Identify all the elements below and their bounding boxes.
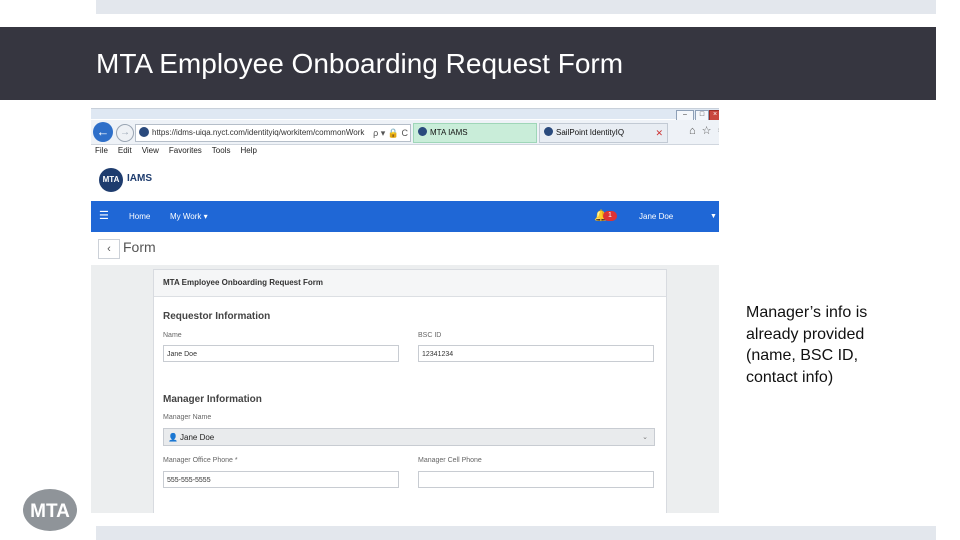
bsc-id-field[interactable]: 12341234 — [418, 345, 654, 362]
user-menu[interactable]: Jane Doe — [639, 201, 673, 232]
chevron-down-icon[interactable]: ▼ — [710, 201, 717, 232]
mta-logo: MTA — [99, 168, 123, 192]
browser-toolbar-icons[interactable]: ⌂☆⚙ — [689, 124, 719, 137]
chevron-down-icon[interactable]: ⌄ — [642, 429, 648, 447]
nav-home[interactable]: Home — [129, 201, 150, 232]
person-icon: 👤 — [168, 433, 178, 442]
site-favicon-icon — [139, 127, 149, 137]
bsc-id-label: BSC ID — [418, 332, 442, 339]
menu-edit[interactable]: Edit — [118, 146, 132, 155]
manager-cell-phone-label: Manager Cell Phone — [418, 457, 482, 464]
manager-section-title: Manager Information — [163, 394, 262, 405]
mta-corner-logo: MTA — [23, 489, 77, 531]
menu-tools[interactable]: Tools — [212, 146, 231, 155]
browser-forward-button[interactable]: → — [116, 124, 134, 142]
tab-close-icon[interactable]: ✕ — [655, 124, 663, 142]
menu-list-icon[interactable]: ☰ — [99, 201, 109, 232]
manager-name-value: Jane Doe — [180, 433, 215, 442]
tab-favicon-icon — [544, 127, 553, 136]
bottom-decor-strip — [96, 526, 936, 540]
name-label: Name — [163, 332, 182, 339]
address-actions[interactable]: ρ ▾ 🔒 C — [373, 125, 408, 141]
tab-favicon-icon — [418, 127, 427, 136]
menu-view[interactable]: View — [142, 146, 159, 155]
name-field[interactable]: Jane Doe — [163, 345, 399, 362]
manager-name-label: Manager Name — [163, 414, 212, 421]
manager-office-phone-field[interactable]: 555-555-5555 — [163, 471, 399, 488]
menu-help[interactable]: Help — [240, 146, 256, 155]
form-panel-header: MTA Employee Onboarding Request Form — [154, 270, 666, 297]
tab-label: MTA IAMS — [430, 128, 468, 137]
manager-name-select[interactable]: 👤 Jane Doe ⌄ — [163, 428, 655, 446]
tab-mta-iams[interactable]: MTA IAMS — [413, 123, 537, 143]
form-panel-title: MTA Employee Onboarding Request Form — [163, 278, 324, 287]
app-nav-bar: ☰ Home My Work ▾ 🔔 1 Jane Doe ▼ — [91, 201, 719, 232]
notification-badge: 1 — [603, 211, 617, 221]
address-bar[interactable]: https://idms-uiqa.nyct.com/identityiq/wo… — [135, 124, 411, 142]
page-heading-bar: ‹ Form — [91, 233, 719, 265]
manager-office-phone-label: Manager Office Phone * — [163, 457, 238, 464]
slide-side-note: Manager’s info is already provided (name… — [746, 304, 868, 386]
menu-favorites[interactable]: Favorites — [169, 146, 202, 155]
top-decor-strip — [96, 0, 936, 14]
window-titlebar — [91, 109, 719, 119]
form-panel: MTA Employee Onboarding Request Form Req… — [153, 269, 667, 513]
requestor-section-title: Requestor Information — [163, 311, 271, 322]
page-title: Form — [123, 239, 156, 255]
browser-back-button[interactable]: ← — [93, 122, 113, 142]
tab-label: SailPoint IdentityIQ — [556, 128, 625, 137]
back-chevron-button[interactable]: ‹ — [98, 239, 120, 259]
browser-menu-bar: File Edit View Favorites Tools Help — [91, 145, 719, 157]
iams-logo-text: IAMS — [127, 173, 152, 184]
address-url: https://idms-uiqa.nyct.com/identityiq/wo… — [152, 128, 365, 137]
svg-text:MTA: MTA — [30, 501, 70, 522]
menu-file[interactable]: File — [95, 146, 108, 155]
app-header: MTA IAMS — [91, 158, 719, 200]
manager-cell-phone-field[interactable] — [418, 471, 654, 488]
browser-screenshot: – □ × ← → https://idms-uiqa.nyct.com/ide… — [91, 108, 719, 513]
tab-sailpoint[interactable]: SailPoint IdentityIQ ✕ — [539, 123, 668, 143]
slide-title: MTA Employee Onboarding Request Form — [96, 48, 624, 79]
nav-my-work[interactable]: My Work ▾ — [170, 201, 208, 232]
browser-nav-row: ← → https://idms-uiqa.nyct.com/identityi… — [91, 120, 719, 145]
